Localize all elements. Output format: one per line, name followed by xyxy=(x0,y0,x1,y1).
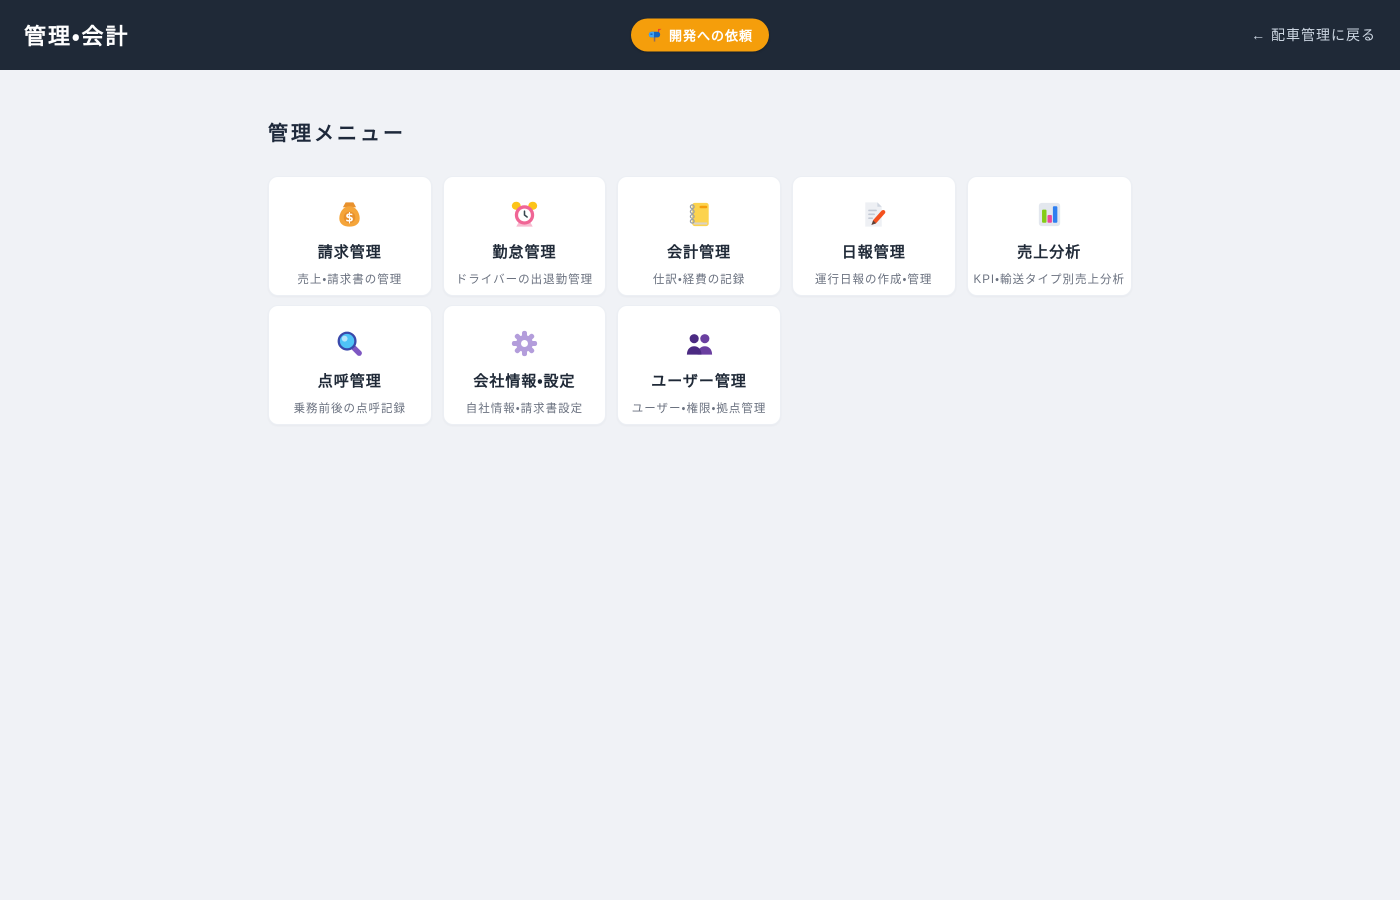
menu-card[interactable]: 売上分析 KPI・輸送タイプ別売上分析 xyxy=(966,176,1132,296)
svg-text:$: $ xyxy=(346,211,354,225)
menu-card[interactable]: 会社情報・設定 自社情報・請求書設定 xyxy=(442,305,607,425)
card-subtitle: ユーザー・権限・拠点管理 xyxy=(631,403,767,415)
card-subtitle: 自社情報・請求書設定 xyxy=(465,403,584,415)
card-subtitle: 運行日報の作成・管理 xyxy=(815,274,933,286)
users-icon xyxy=(684,328,715,359)
card-title: 会計管理 xyxy=(667,244,732,261)
menu-card[interactable]: 日報管理 運行日報の作成・管理 xyxy=(791,176,956,296)
menu-card[interactable]: $ 請求管理 売上・請求書の管理 xyxy=(268,176,432,296)
memo-pencil-icon xyxy=(858,199,889,230)
magnifying-glass-icon xyxy=(334,328,365,359)
page-title: 管理・会計 xyxy=(24,24,130,49)
menu-heading: 管理メニュー xyxy=(268,123,406,145)
card-subtitle: KPI・輸送タイプ別売上分析 xyxy=(973,274,1125,286)
card-title: 勤怠管理 xyxy=(492,244,557,261)
bar-chart-icon xyxy=(1034,199,1065,230)
main-content: 管理メニュー $ 請求管理 売上・請求書の管理 勤怠管理 ドライバーの出退勤管理… xyxy=(0,70,1400,465)
menu-card[interactable]: 点呼管理 乗務前後の点呼記録 xyxy=(268,305,432,425)
alarm-clock-icon xyxy=(509,199,540,230)
card-subtitle: 仕訳・経費の記録 xyxy=(652,274,746,286)
header-center: 開発への依頼 xyxy=(630,18,770,52)
card-title: 日報管理 xyxy=(841,244,906,261)
menu-grid: $ 請求管理 売上・請求書の管理 勤怠管理 ドライバーの出退勤管理 会計管理 仕… xyxy=(268,176,1132,425)
back-to-dispatch-link[interactable]: ← 配車管理に戻る xyxy=(1251,25,1376,45)
card-title: 点呼管理 xyxy=(317,373,382,390)
card-title: ユーザー管理 xyxy=(651,373,747,390)
menu-card[interactable]: 勤怠管理 ドライバーの出退勤管理 xyxy=(442,176,607,296)
menu-card[interactable]: ユーザー管理 ユーザー・権限・拠点管理 xyxy=(617,305,781,425)
card-title: 請求管理 xyxy=(317,244,382,261)
gear-icon xyxy=(509,328,540,359)
ledger-icon xyxy=(684,199,715,230)
card-title: 会社情報・設定 xyxy=(473,373,576,390)
main-container: 管理メニュー $ 請求管理 売上・請求書の管理 勤怠管理 ドライバーの出退勤管理… xyxy=(252,70,1148,465)
card-title: 売上分析 xyxy=(1017,244,1082,261)
dev-request-button-label: 開発への依頼 xyxy=(668,28,754,44)
menu-card[interactable]: 会計管理 仕訳・経費の記録 xyxy=(617,176,781,296)
money-bag-icon: $ xyxy=(334,199,365,230)
card-subtitle: 売上・請求書の管理 xyxy=(297,274,403,286)
app-header: 管理・会計 開発への依頼 ← 配車管理に戻る xyxy=(0,0,1400,70)
dev-request-button[interactable]: 開発への依頼 xyxy=(630,18,770,52)
card-subtitle: 乗務前後の点呼記録 xyxy=(293,403,407,415)
mailbox-icon xyxy=(647,28,662,43)
card-subtitle: ドライバーの出退勤管理 xyxy=(455,274,594,286)
